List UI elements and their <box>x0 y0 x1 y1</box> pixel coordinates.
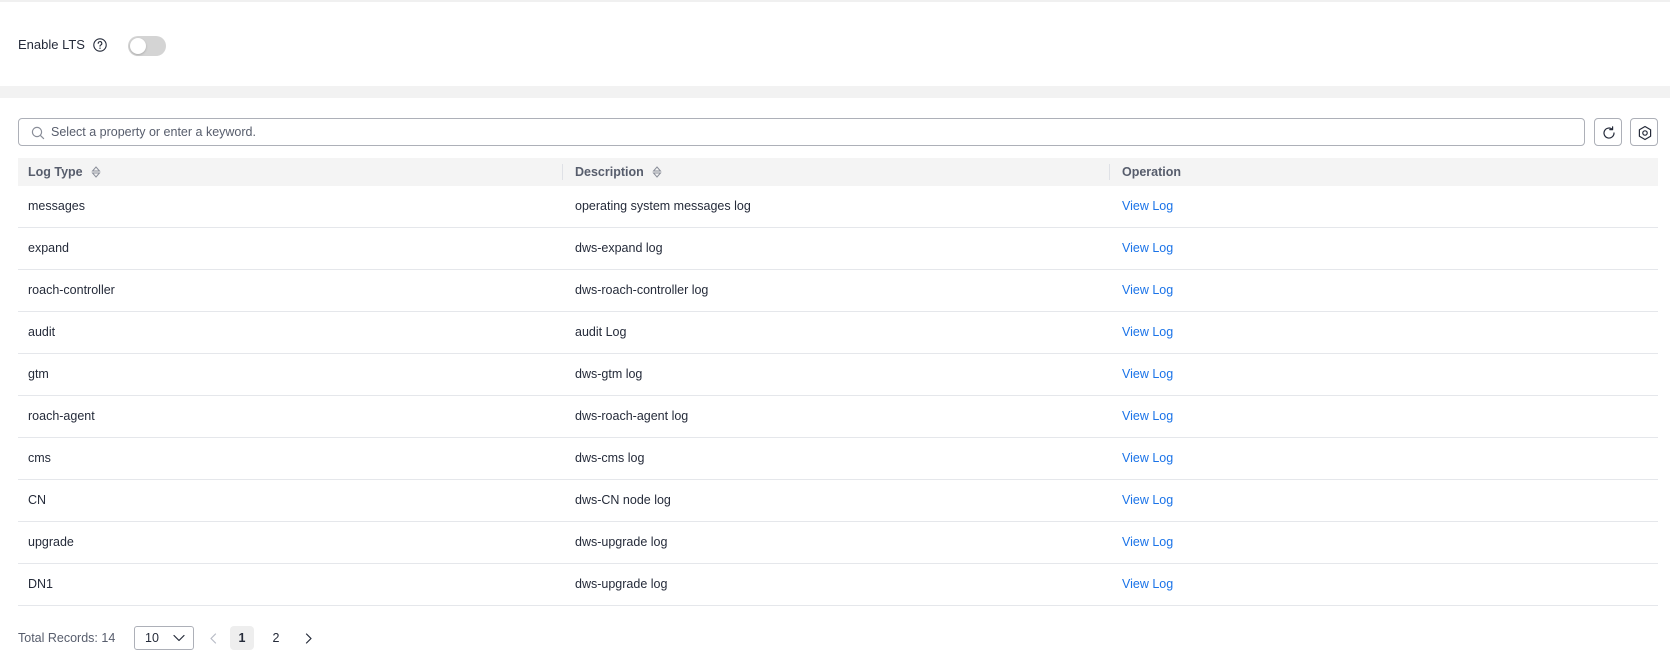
view-log-link[interactable]: View Log <box>1122 480 1173 521</box>
column-header-description[interactable]: Description <box>575 158 662 186</box>
cell-log-type: expand <box>28 241 70 255</box>
page-size-value: 10 <box>145 631 159 645</box>
cell-log-type: roach-controller <box>28 283 115 297</box>
search-input[interactable] <box>51 119 1551 145</box>
view-log-link[interactable]: View Log <box>1122 270 1173 311</box>
table-row: cms dws-cms log View Log <box>18 438 1658 480</box>
column-header-label: Description <box>575 165 644 179</box>
cell-log-type: CN <box>28 493 47 507</box>
sort-icon[interactable] <box>91 165 101 178</box>
view-log-link[interactable]: View Log <box>1122 396 1173 437</box>
cell-log-type: cms <box>28 451 51 465</box>
cell-log-type: upgrade <box>28 535 74 549</box>
cell-description: operating system messages log <box>575 199 751 213</box>
page-1-button[interactable]: 1 <box>230 626 254 650</box>
table-row: expand dws-expand log View Log <box>18 228 1658 270</box>
cell-description: dws-upgrade log <box>575 535 668 549</box>
log-table: Log Type Description Operation messages … <box>18 158 1658 606</box>
previous-page-button[interactable] <box>204 626 224 650</box>
chevron-right-icon <box>305 633 312 644</box>
cell-description: dws-expand log <box>575 241 663 255</box>
cell-log-type: roach-agent <box>28 409 95 423</box>
toggle-knob <box>130 38 146 54</box>
view-log-link[interactable]: View Log <box>1122 564 1173 605</box>
column-header-label: Operation <box>1122 165 1182 179</box>
view-log-link[interactable]: View Log <box>1122 438 1173 479</box>
search-box[interactable] <box>18 118 1585 146</box>
cell-log-type: gtm <box>28 367 49 381</box>
enable-lts-label: Enable LTS <box>18 37 85 52</box>
table-row: gtm dws-gtm log View Log <box>18 354 1658 396</box>
table-row: roach-controller dws-roach-controller lo… <box>18 270 1658 312</box>
view-log-link[interactable]: View Log <box>1122 522 1173 563</box>
chevron-left-icon <box>210 633 217 644</box>
next-page-button[interactable] <box>300 626 320 650</box>
table-row: messages operating system messages log V… <box>18 186 1658 228</box>
sort-icon[interactable] <box>652 165 662 178</box>
table-header: Log Type Description Operation <box>18 158 1658 186</box>
cell-description: dws-gtm log <box>575 367 643 381</box>
cell-description: dws-roach-agent log <box>575 409 689 423</box>
settings-button[interactable] <box>1630 118 1658 146</box>
view-log-link[interactable]: View Log <box>1122 228 1173 269</box>
enable-lts-toggle[interactable] <box>128 36 166 56</box>
cell-description: dws-roach-controller log <box>575 283 709 297</box>
cell-log-type: audit <box>28 325 56 339</box>
cell-description: dws-upgrade log <box>575 577 668 591</box>
page-size-select[interactable]: 10 <box>134 626 194 650</box>
section-separator <box>0 86 1670 98</box>
column-divider[interactable] <box>1109 164 1110 180</box>
help-circle-icon[interactable] <box>93 38 107 52</box>
cell-description: dws-cms log <box>575 451 645 465</box>
lts-settings-bar: Enable LTS <box>0 2 1670 86</box>
total-records: Total Records: 14 <box>18 631 116 645</box>
view-log-link[interactable]: View Log <box>1122 354 1173 395</box>
column-header-operation: Operation <box>1122 158 1181 186</box>
table-row: upgrade dws-upgrade log View Log <box>18 522 1658 564</box>
column-divider[interactable] <box>562 164 563 180</box>
cell-log-type: messages <box>28 199 85 213</box>
gear-icon <box>1638 125 1652 141</box>
chevron-down-icon <box>173 634 185 642</box>
refresh-icon <box>1603 126 1615 139</box>
view-log-link[interactable]: View Log <box>1122 186 1173 227</box>
column-header-log-type[interactable]: Log Type <box>28 158 101 186</box>
view-log-link[interactable]: View Log <box>1122 312 1173 353</box>
table-row: roach-agent dws-roach-agent log View Log <box>18 396 1658 438</box>
column-header-label: Log Type <box>28 165 83 179</box>
table-row: audit audit Log View Log <box>18 312 1658 354</box>
search-icon <box>31 126 45 140</box>
cell-log-type: DN1 <box>28 577 54 591</box>
page-2-button[interactable]: 2 <box>264 626 288 650</box>
cell-description: audit Log <box>575 325 627 339</box>
cell-description: dws-CN node log <box>575 493 671 507</box>
table-row: CN dws-CN node log View Log <box>18 480 1658 522</box>
refresh-button[interactable] <box>1594 118 1622 146</box>
table-row: DN1 dws-upgrade log View Log <box>18 564 1658 606</box>
